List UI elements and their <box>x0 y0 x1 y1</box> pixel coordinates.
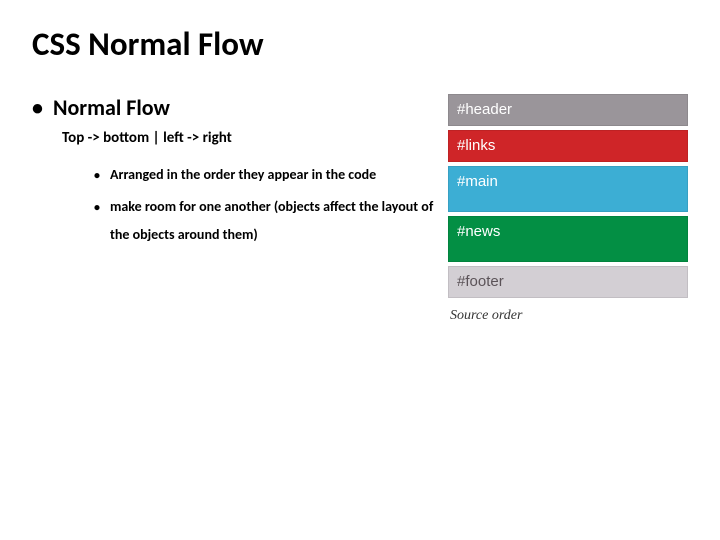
slide: CSS Normal Flow • Normal Flow Top -> bot… <box>0 0 720 348</box>
bullet-level3: • make room for one another (objects aff… <box>94 193 436 249</box>
diagram-block-links: #links <box>448 130 688 162</box>
bullet-level3-text: Arranged in the order they appear in the… <box>110 161 376 189</box>
bullet-dot-icon: • <box>94 164 100 188</box>
bullet-level1: • Normal Flow <box>32 94 436 121</box>
diagram-block-main: #main <box>448 166 688 212</box>
content-row: • Normal Flow Top -> bottom | left -> ri… <box>32 94 688 324</box>
bullet-level1-text: Normal Flow <box>53 94 170 121</box>
bullet-level2-text: Top -> bottom | left -> right <box>62 129 436 147</box>
diagram-block-footer: #footer <box>448 266 688 298</box>
page-title: CSS Normal Flow <box>32 24 688 64</box>
bullet-dot-icon: • <box>32 94 43 121</box>
diagram-block-news: #news <box>448 216 688 262</box>
diagram-block-header: #header <box>448 94 688 126</box>
bullet-level3-text: make room for one another (objects affec… <box>110 193 436 249</box>
diagram-column: #header #links #main #news #footer Sourc… <box>448 94 688 324</box>
text-column: • Normal Flow Top -> bottom | left -> ri… <box>32 94 448 324</box>
bullet-dot-icon: • <box>94 196 100 220</box>
diagram-caption: Source order <box>448 308 688 324</box>
bullet-level3: • Arranged in the order they appear in t… <box>94 161 436 189</box>
